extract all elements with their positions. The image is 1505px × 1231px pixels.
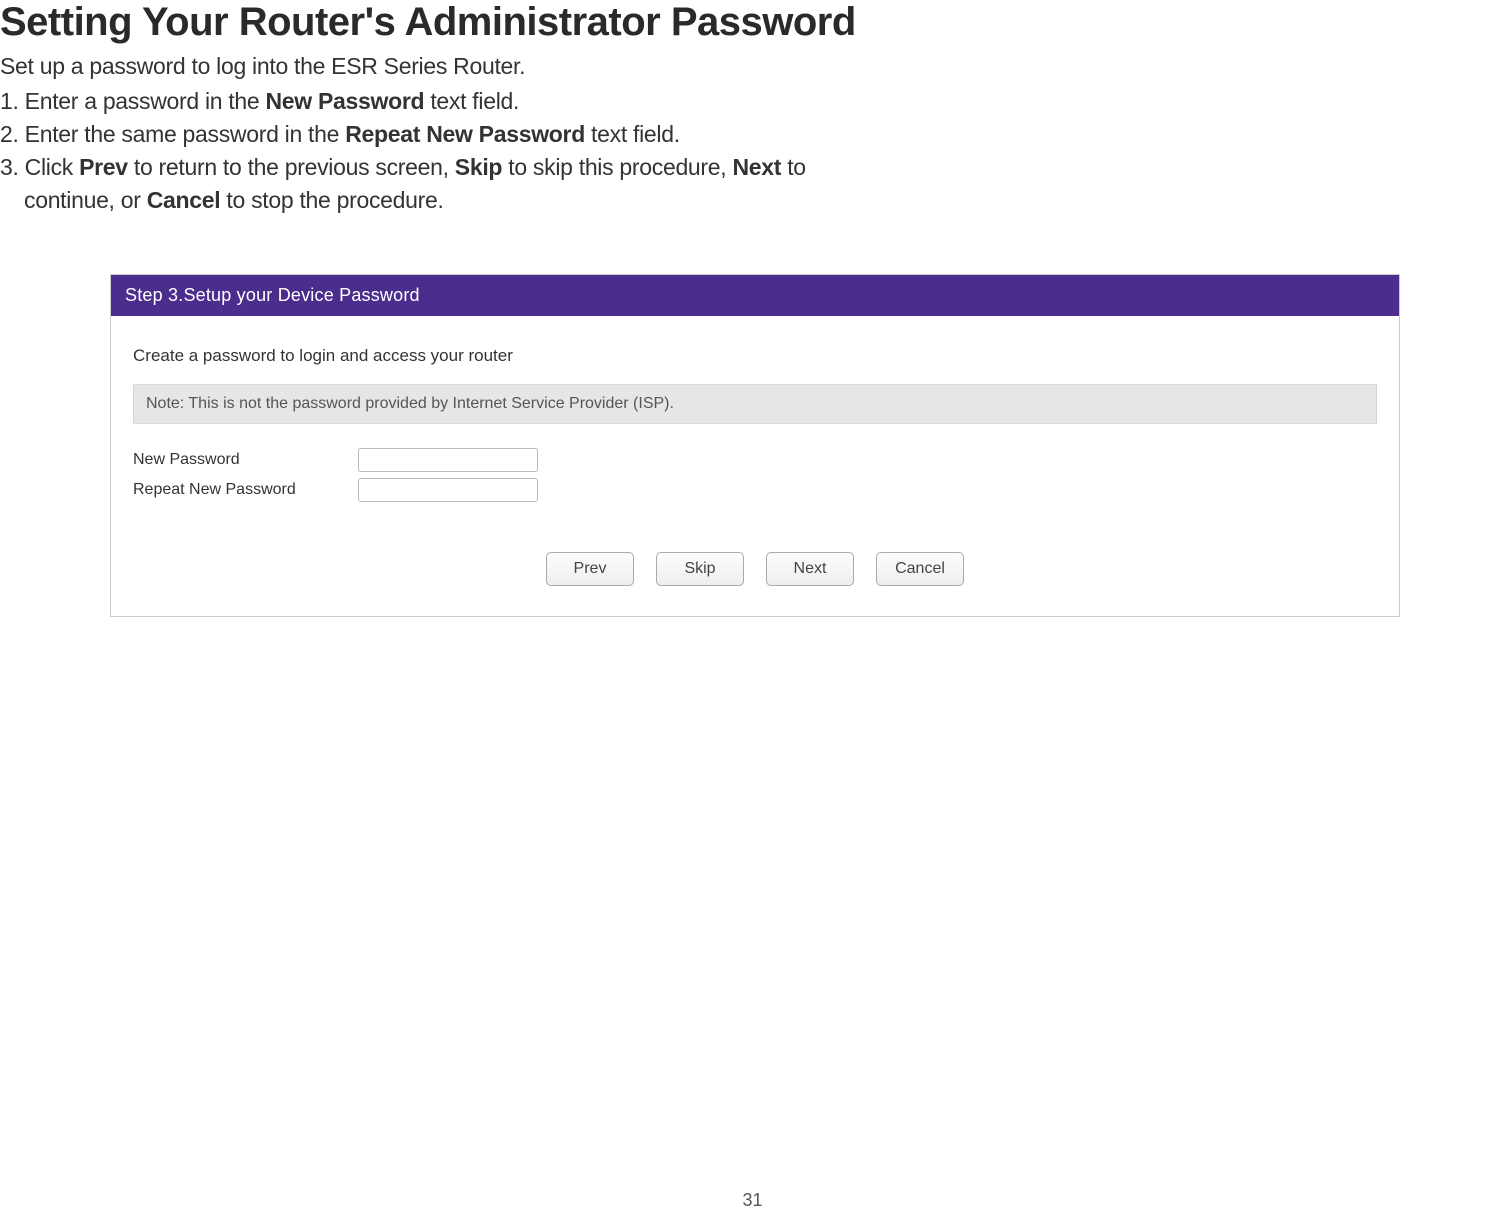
step-1-post: text field. [424, 88, 519, 114]
step-3-mid3: to [781, 154, 806, 180]
intro-text: Set up a password to log into the ESR Se… [0, 53, 1505, 80]
repeat-password-input[interactable] [358, 478, 538, 502]
page-title: Setting Your Router's Administrator Pass… [0, 0, 1505, 45]
repeat-password-label: Repeat New Password [133, 481, 358, 499]
wizard-note: Note: This is not the password provided … [133, 384, 1377, 424]
step-3-cont-post: to stop the procedure. [220, 187, 443, 213]
wizard-panel: Step 3.Setup your Device Password Create… [110, 274, 1400, 617]
step-2-post: text field. [585, 121, 680, 147]
step-3-b4: Cancel [147, 187, 221, 213]
step-2-pre: 2. Enter the same password in the [0, 121, 345, 147]
repeat-password-row: Repeat New Password [133, 478, 1377, 502]
step-1: 1. Enter a password in the New Password … [0, 88, 1505, 115]
cancel-button[interactable]: Cancel [876, 552, 964, 586]
step-2-bold: Repeat New Password [345, 121, 585, 147]
step-3-b1: Prev [79, 154, 128, 180]
prev-button[interactable]: Prev [546, 552, 634, 586]
next-button[interactable]: Next [766, 552, 854, 586]
step-3-mid1: to return to the previous screen, [128, 154, 455, 180]
wizard-button-row: Prev Skip Next Cancel [133, 552, 1377, 586]
step-1-bold: New Password [266, 88, 425, 114]
page-number: 31 [742, 1190, 762, 1211]
skip-button[interactable]: Skip [656, 552, 744, 586]
step-3-continue: continue, or Cancel to stop the procedur… [24, 187, 1505, 214]
step-3-mid2: to skip this procedure, [502, 154, 732, 180]
step-3-cont-pre: continue, or [24, 187, 147, 213]
step-1-pre: 1. Enter a password in the [0, 88, 266, 114]
wizard-step-header: Step 3.Setup your Device Password [111, 275, 1399, 316]
step-3-pre: 3. Click [0, 154, 79, 180]
wizard-body: Create a password to login and access yo… [111, 316, 1399, 616]
step-3-b3: Next [732, 154, 781, 180]
wizard-instruction: Create a password to login and access yo… [133, 346, 1377, 366]
new-password-row: New Password [133, 448, 1377, 472]
step-2: 2. Enter the same password in the Repeat… [0, 121, 1505, 148]
new-password-input[interactable] [358, 448, 538, 472]
new-password-label: New Password [133, 451, 358, 469]
step-3-b2: Skip [455, 154, 502, 180]
step-3: 3. Click Prev to return to the previous … [0, 154, 1505, 181]
